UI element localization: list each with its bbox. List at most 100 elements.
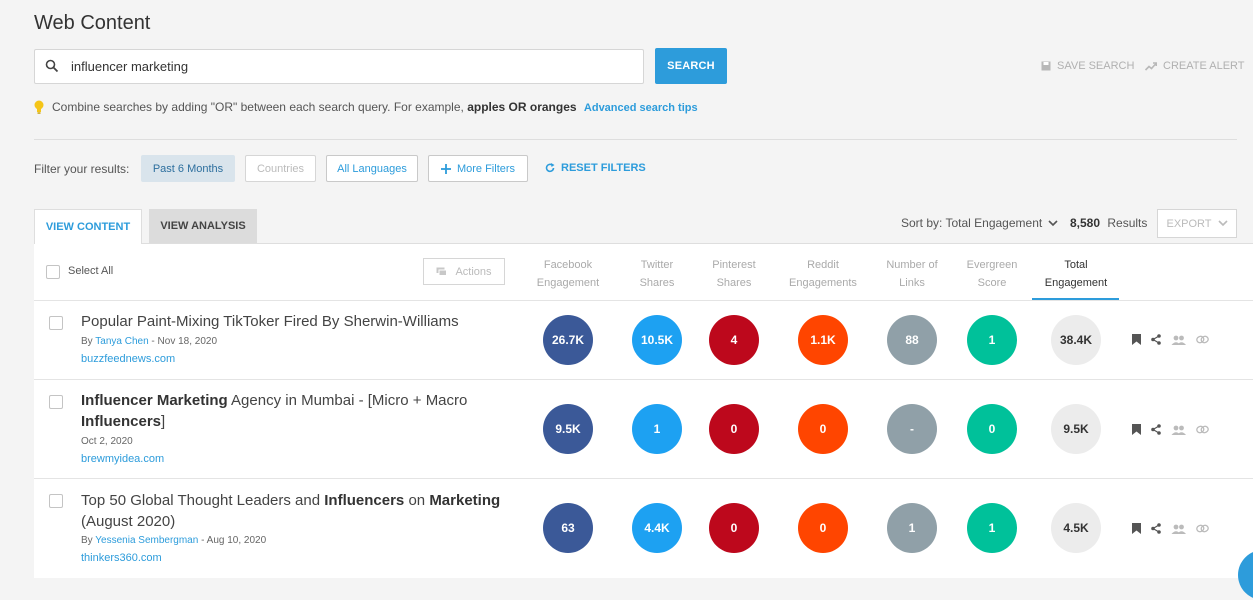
tip-example: apples OR oranges bbox=[467, 100, 577, 114]
content-table: Select All Actions Facebook Engagement T… bbox=[34, 243, 1253, 578]
domain-link[interactable]: buzzfeednews.com bbox=[81, 353, 175, 365]
advanced-search-tips-link[interactable]: Advanced search tips bbox=[584, 102, 698, 114]
pinterest-shares-bubble: 4 bbox=[709, 315, 759, 365]
share-icon[interactable] bbox=[1151, 424, 1161, 435]
twitter-shares-bubble: 1 bbox=[632, 404, 682, 454]
active-sort-indicator bbox=[1032, 298, 1119, 300]
results-count: 8,580 Results bbox=[1070, 216, 1147, 230]
col-number-of-links[interactable]: Number of Links bbox=[872, 256, 952, 292]
row-checkbox[interactable] bbox=[49, 316, 63, 330]
publish-date: - Aug 10, 2020 bbox=[198, 535, 267, 546]
metric-value: 4.4K bbox=[644, 521, 670, 535]
export-button[interactable]: EXPORT bbox=[1157, 209, 1237, 238]
author-link[interactable]: Tanya Chen bbox=[95, 336, 148, 347]
row-checkbox[interactable] bbox=[49, 395, 63, 409]
share-icon[interactable] bbox=[1151, 334, 1161, 345]
title-text: Agency in Mumbai - [Micro + Macro bbox=[227, 392, 468, 409]
tip-text: Combine searches by adding "OR" between … bbox=[52, 100, 464, 114]
total-engagement-bubble: 38.4K bbox=[1051, 315, 1101, 365]
article-title[interactable]: Influencer Marketing Agency in Mumbai - … bbox=[81, 390, 521, 432]
save-icon bbox=[1041, 61, 1051, 71]
col-reddit-engagements[interactable]: Reddit Engagements bbox=[783, 256, 863, 292]
highlighted-keyword: Influencer Marketing bbox=[81, 392, 228, 409]
filter-date-chip[interactable]: Past 6 Months bbox=[141, 155, 235, 182]
plus-icon bbox=[440, 163, 451, 174]
pinterest-shares-bubble: 0 bbox=[709, 503, 759, 553]
actions-button[interactable]: Actions bbox=[423, 258, 505, 285]
metric-value: 4.5K bbox=[1063, 521, 1089, 535]
highlighted-keyword: Influencers bbox=[81, 413, 162, 430]
share-icon[interactable] bbox=[1151, 523, 1161, 534]
metric-value: 0 bbox=[730, 521, 738, 535]
col-label: Engagements bbox=[789, 277, 857, 289]
col-evergreen-score[interactable]: Evergreen Score bbox=[952, 256, 1032, 292]
metric-value: - bbox=[910, 422, 914, 436]
actions-label: Actions bbox=[455, 265, 492, 278]
filter-languages-chip[interactable]: All Languages bbox=[326, 155, 418, 182]
filter-label: Filter your results: bbox=[34, 162, 130, 176]
title-text: ] bbox=[161, 413, 166, 430]
search-button[interactable]: SEARCH bbox=[655, 48, 727, 84]
evergreen-score-bubble: 1 bbox=[967, 503, 1017, 553]
reddit-engagements-bubble: 0 bbox=[798, 404, 848, 454]
total-engagement-bubble: 9.5K bbox=[1051, 404, 1101, 454]
col-label: Evergreen bbox=[966, 259, 1018, 271]
more-filters-label: More Filters bbox=[456, 162, 516, 175]
col-label: Engagement bbox=[1044, 277, 1108, 289]
more-filters-button[interactable]: More Filters bbox=[428, 155, 528, 182]
create-alert-button[interactable]: CREATE ALERT bbox=[1145, 60, 1245, 72]
metric-value: 1 bbox=[988, 333, 996, 347]
search-input[interactable] bbox=[71, 50, 631, 83]
domain-link[interactable]: thinkers360.com bbox=[81, 552, 162, 564]
col-total-engagement[interactable]: Total Engagement bbox=[1036, 256, 1116, 292]
col-facebook-engagement[interactable]: Facebook Engagement bbox=[528, 256, 608, 292]
chevron-down-icon bbox=[1048, 219, 1058, 226]
metric-value: 38.4K bbox=[1059, 333, 1093, 347]
save-search-button[interactable]: SAVE SEARCH bbox=[1041, 60, 1134, 72]
reddit-engagements-bubble: 0 bbox=[798, 503, 848, 553]
col-pinterest-shares[interactable]: Pinterest Shares bbox=[694, 256, 774, 292]
reddit-engagements-bubble: 1.1K bbox=[798, 315, 848, 365]
influencers-icon[interactable] bbox=[1171, 335, 1186, 345]
reset-filters-label: RESET FILTERS bbox=[561, 162, 646, 174]
link-icon[interactable] bbox=[1196, 425, 1209, 434]
table-row: Top 50 Global Thought Leaders and Influe… bbox=[34, 479, 1253, 579]
col-label: Facebook bbox=[543, 259, 593, 271]
table-row: Popular Paint-Mixing TikToker Fired By S… bbox=[34, 301, 1253, 380]
domain-link[interactable]: brewmyidea.com bbox=[81, 453, 164, 465]
title-text: (August 2020) bbox=[81, 513, 176, 530]
sort-dropdown[interactable]: Sort by: Total Engagement bbox=[901, 216, 1058, 230]
facebook-engagement-bubble: 63 bbox=[543, 503, 593, 553]
row-checkbox[interactable] bbox=[49, 494, 63, 508]
author-link[interactable]: Yessenia Sembergman bbox=[95, 535, 198, 546]
col-twitter-shares[interactable]: Twitter Shares bbox=[617, 256, 697, 292]
reset-filters-button[interactable]: RESET FILTERS bbox=[545, 162, 646, 174]
tab-view-content[interactable]: VIEW CONTENT bbox=[34, 209, 142, 244]
publish-date: - Nov 18, 2020 bbox=[148, 336, 218, 347]
evergreen-score-bubble: 1 bbox=[967, 315, 1017, 365]
col-label: Total bbox=[1064, 259, 1088, 271]
bookmark-icon[interactable] bbox=[1132, 424, 1141, 435]
col-label: Shares bbox=[716, 277, 752, 289]
col-label: Number of bbox=[886, 259, 938, 271]
bookmark-icon[interactable] bbox=[1132, 334, 1141, 345]
export-label: EXPORT bbox=[1166, 217, 1212, 230]
metric-value: 1.1K bbox=[810, 333, 836, 347]
tab-view-analysis[interactable]: VIEW ANALYSIS bbox=[149, 209, 257, 243]
trend-up-icon bbox=[1145, 61, 1157, 71]
metric-value: 9.5K bbox=[1063, 422, 1089, 436]
table-row: Influencer Marketing Agency in Mumbai - … bbox=[34, 380, 1253, 479]
select-all-checkbox[interactable] bbox=[46, 265, 60, 279]
bookmark-icon[interactable] bbox=[1132, 523, 1141, 534]
row-actions bbox=[1132, 334, 1209, 345]
search-box[interactable] bbox=[34, 49, 644, 84]
influencers-icon[interactable] bbox=[1171, 524, 1186, 534]
metric-value: 1 bbox=[653, 422, 661, 436]
filter-countries-chip[interactable]: Countries bbox=[245, 155, 316, 182]
article-title[interactable]: Top 50 Global Thought Leaders and Influe… bbox=[81, 490, 521, 532]
influencers-icon[interactable] bbox=[1171, 425, 1186, 435]
link-icon[interactable] bbox=[1196, 335, 1209, 344]
article-title[interactable]: Popular Paint-Mixing TikToker Fired By S… bbox=[81, 311, 521, 332]
link-icon[interactable] bbox=[1196, 524, 1209, 533]
title-text: Popular Paint-Mixing TikToker Fired By S… bbox=[81, 313, 459, 330]
